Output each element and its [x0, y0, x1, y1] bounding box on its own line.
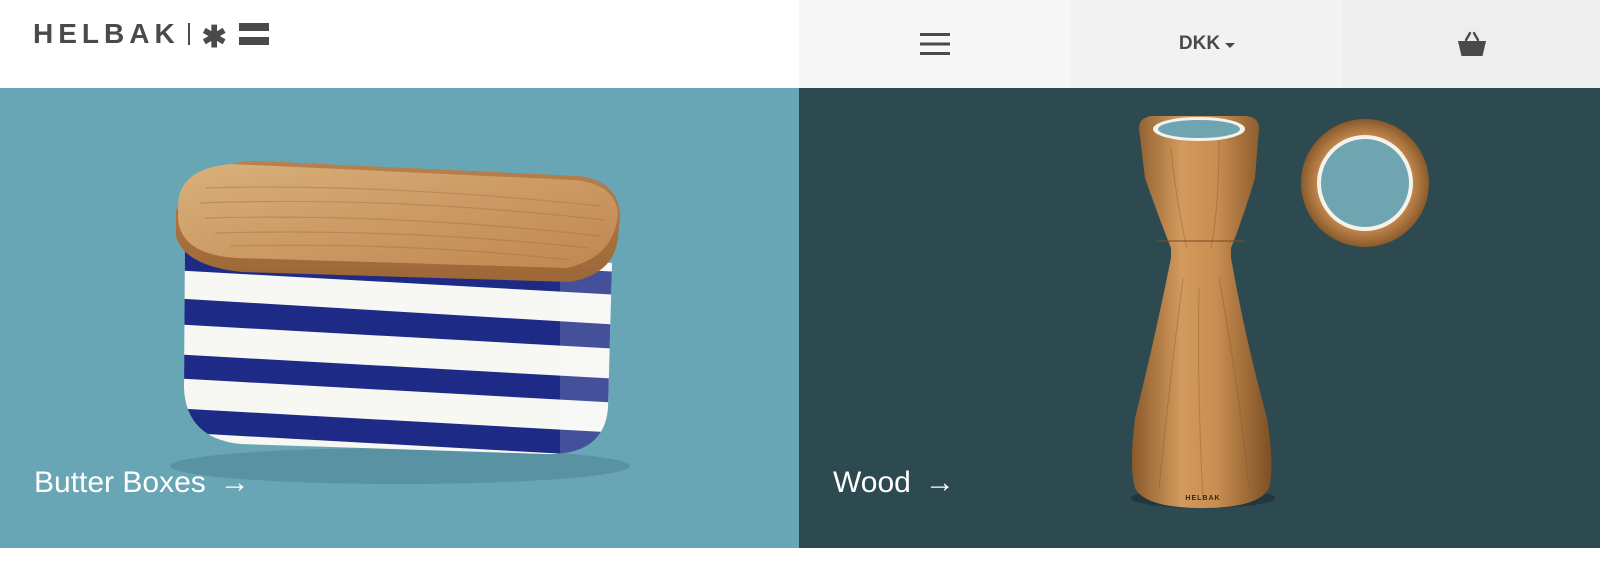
arrow-right-icon: →	[924, 466, 955, 499]
logo-wordmark: HELBAK	[33, 18, 180, 49]
category-tile-butter-boxes[interactable]: Butter Boxes →	[0, 88, 799, 548]
logo-divider	[187, 23, 190, 45]
basket-icon	[1457, 31, 1486, 56]
cart-button[interactable]	[1343, 0, 1600, 88]
category-tile-wood[interactable]: HELBAK Wood →	[799, 88, 1600, 548]
site-header: HELBAK ✱ DKK	[0, 0, 1600, 88]
helbak-logo[interactable]: HELBAK ✱	[33, 18, 269, 54]
caret-down-icon	[1225, 42, 1236, 48]
currency-selector[interactable]: DKK	[1071, 0, 1343, 88]
tile-label: Butter Boxes →	[34, 466, 250, 500]
hamburger-icon	[920, 33, 950, 55]
tile-label-text: Butter Boxes	[34, 466, 206, 499]
menu-button[interactable]	[799, 0, 1071, 88]
tile-label-text: Wood	[833, 466, 911, 499]
asterisk-icon: ✱	[201, 21, 227, 54]
stripes-icon	[238, 23, 269, 45]
arrow-right-icon: →	[219, 466, 250, 499]
svg-text:HELBAK: HELBAK	[1185, 495, 1220, 502]
tile-label: Wood →	[833, 466, 955, 500]
currency-label: DKK	[1178, 33, 1221, 54]
